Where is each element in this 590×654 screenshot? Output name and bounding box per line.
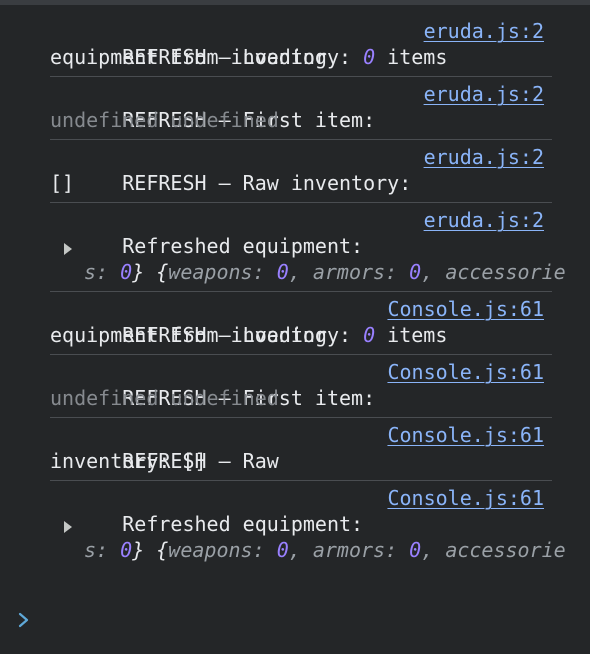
source-link[interactable]: eruda.js:2 [424, 18, 544, 44]
log-entry: REFRESH – Loading Console.js:61 equipmen… [50, 292, 552, 355]
log-entry: REFRESH – Raw inventory: eruda.js:2 [] [50, 140, 552, 203]
log-entry: Refreshed equipment: eruda.js:2 {weapons… [50, 203, 566, 292]
source-link[interactable]: Console.js:61 [387, 422, 544, 448]
log-array-value: [] [50, 171, 75, 195]
source-link[interactable]: Console.js:61 [387, 359, 544, 385]
log-entry: REFRESH – First item: eruda.js:2 undefin… [50, 77, 552, 140]
source-link[interactable]: Console.js:61 [387, 296, 544, 322]
log-message-text: items [375, 45, 448, 69]
log-message-text: equipment from inventory: [50, 323, 364, 347]
log-number: 0 [363, 323, 376, 347]
source-link[interactable]: eruda.js:2 [424, 207, 544, 233]
log-undefined-values: undefined undefined [50, 108, 279, 132]
source-link[interactable]: Console.js:61 [387, 485, 544, 511]
object-preview-continued: s: 0} [84, 538, 145, 562]
source-link[interactable]: eruda.js:2 [424, 81, 544, 107]
expand-triangle-icon[interactable] [64, 243, 72, 255]
console-prompt[interactable] [17, 610, 31, 630]
log-number: 0 [363, 45, 376, 69]
object-preview-continued: s: 0} [84, 260, 145, 284]
log-message-text: inventory: [] [50, 449, 207, 473]
chevron-right-icon [18, 612, 29, 628]
source-link[interactable]: eruda.js:2 [424, 144, 544, 170]
console-log-list: REFRESH – Loading eruda.js:2 equipment f… [50, 14, 566, 569]
log-message-text: equipment from inventory: [50, 45, 364, 69]
log-entry: REFRESH – Raw Console.js:61 inventory: [… [50, 418, 552, 481]
log-entry: REFRESH – First item: Console.js:61 unde… [50, 355, 552, 418]
log-message-text: items [375, 323, 448, 347]
log-undefined-values: undefined undefined [50, 386, 279, 410]
object-preview[interactable]: {weapons: 0, armors: 0, accessorie [50, 511, 566, 562]
expand-triangle-icon[interactable] [64, 521, 72, 533]
object-preview[interactable]: {weapons: 0, armors: 0, accessorie [50, 233, 566, 284]
log-entry: REFRESH – Loading eruda.js:2 equipment f… [50, 14, 552, 77]
console-top-border [0, 0, 590, 5]
log-entry: Refreshed equipment: Console.js:61 {weap… [50, 481, 566, 569]
